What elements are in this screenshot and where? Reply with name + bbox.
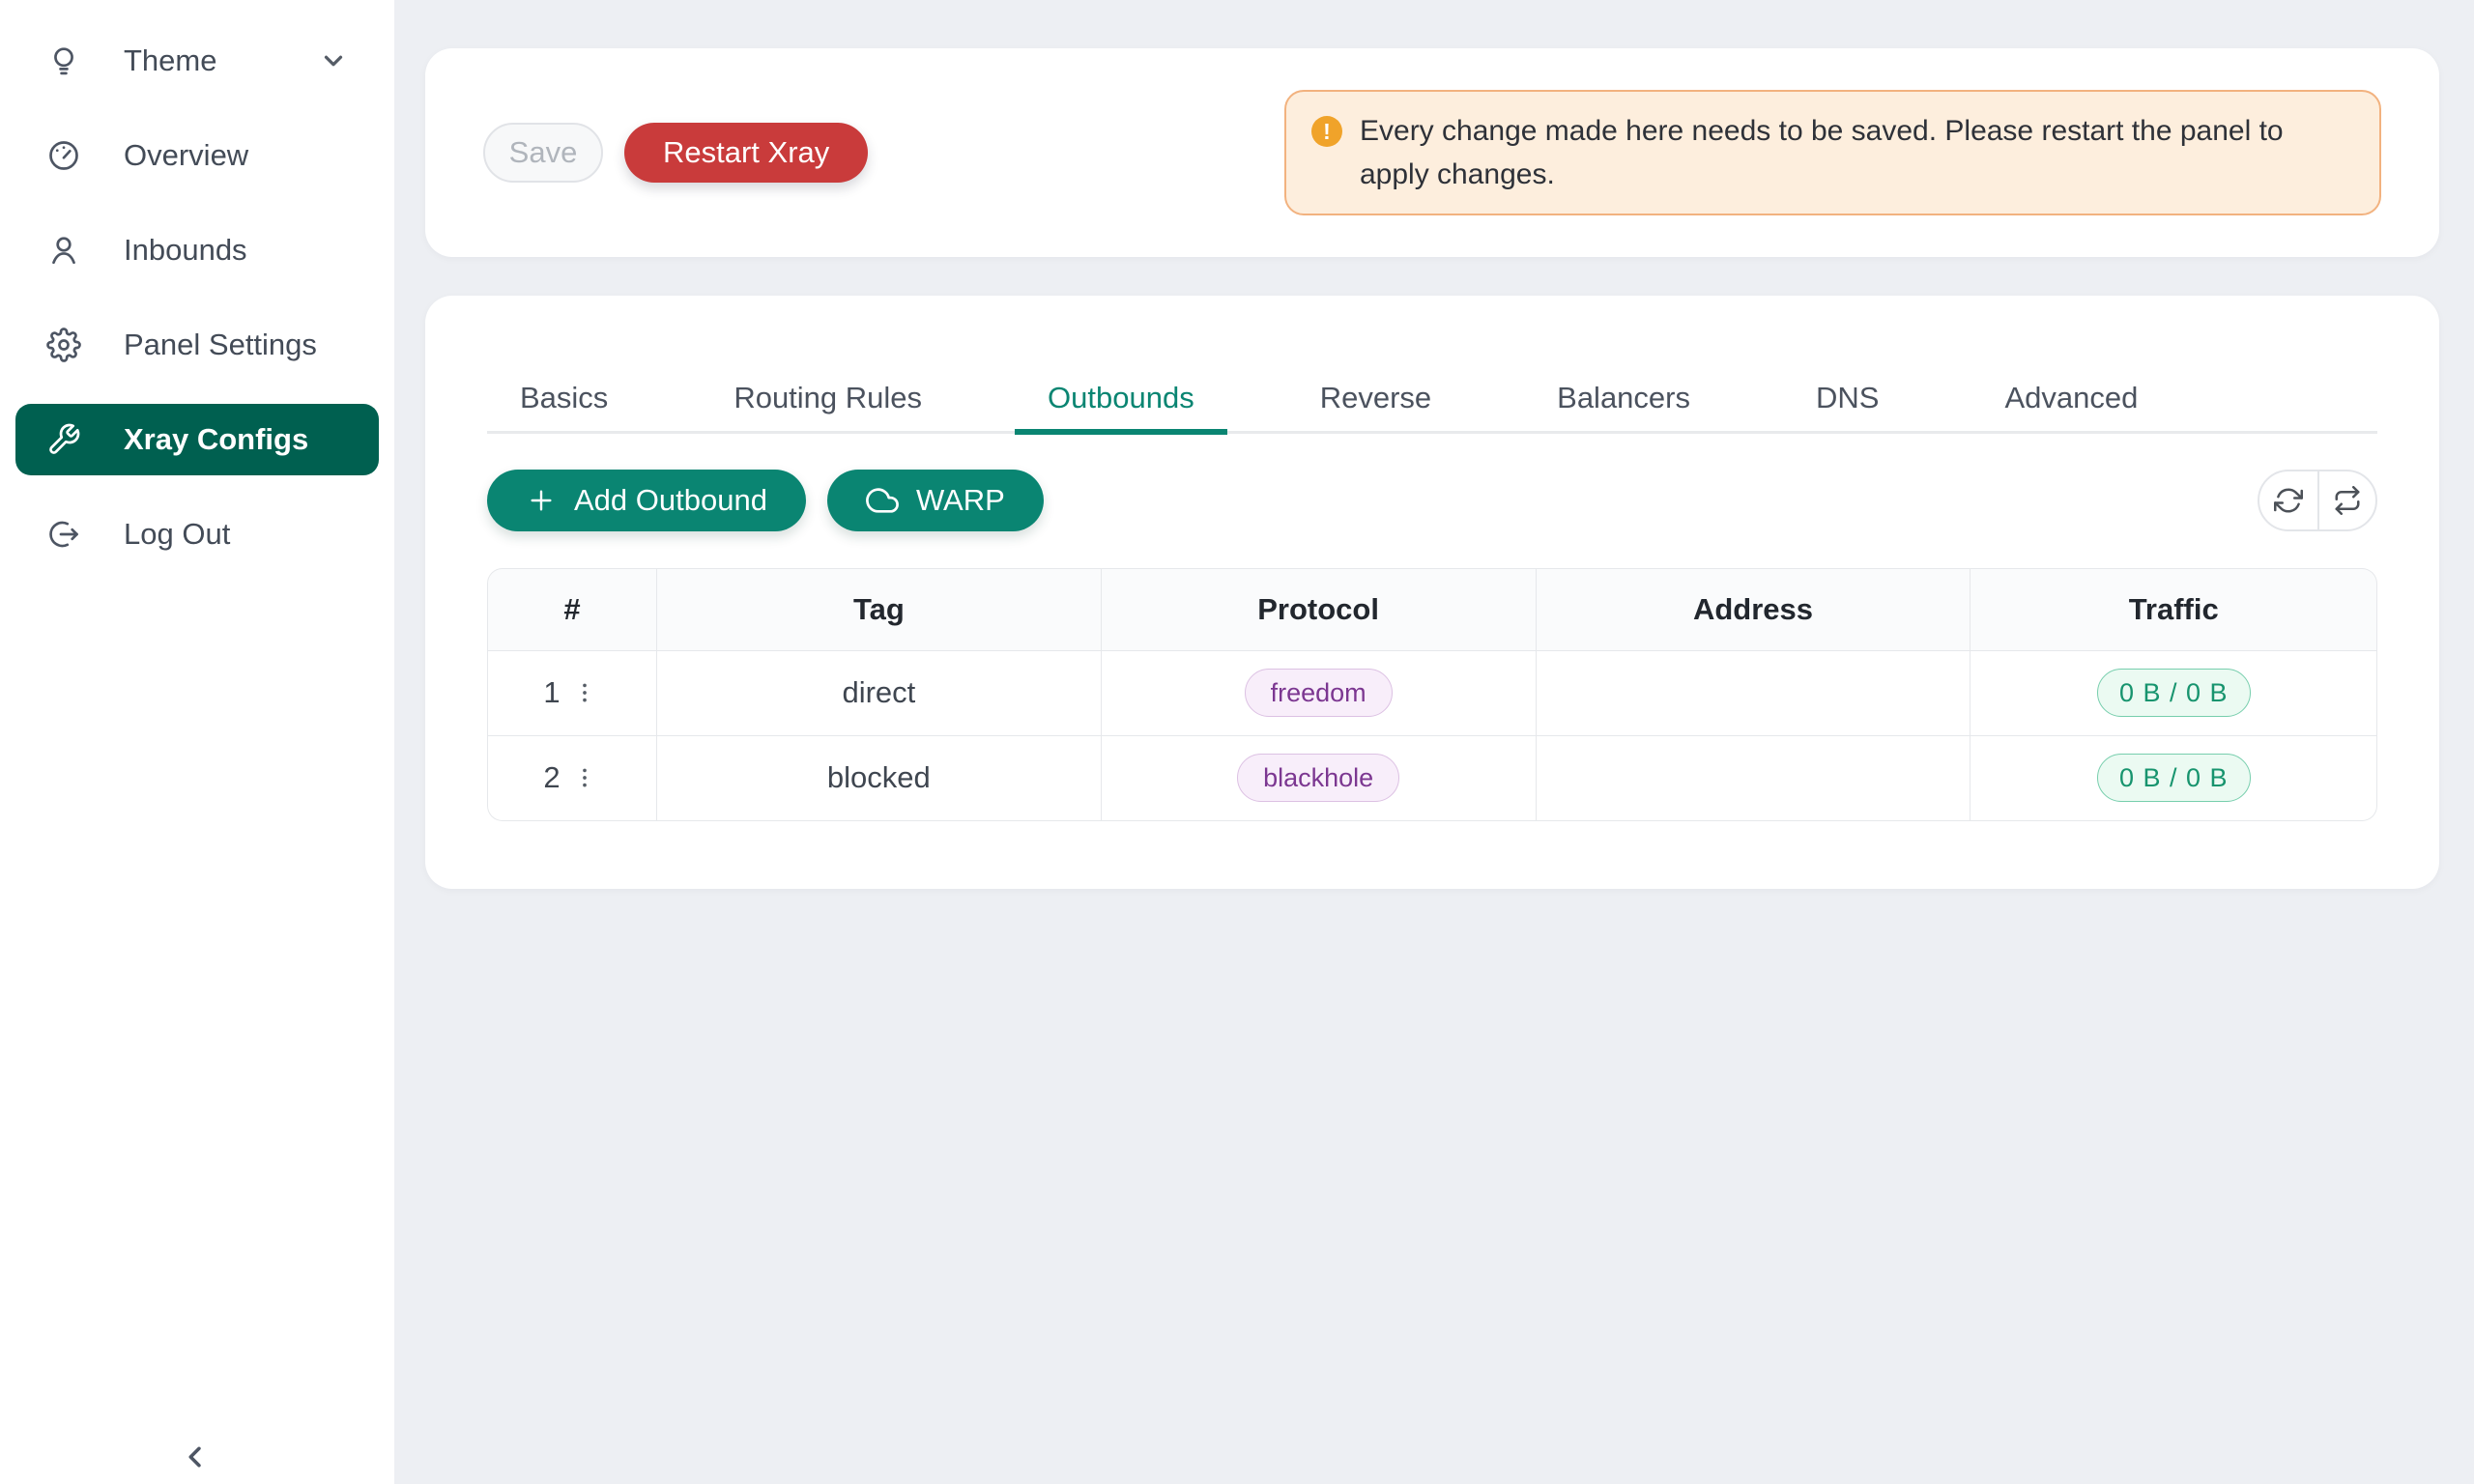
sidebar-item-label: Panel Settings [124, 328, 317, 362]
warp-button[interactable]: WARP [827, 470, 1044, 531]
column-header-protocol: Protocol [1102, 568, 1537, 651]
lightbulb-icon [46, 43, 81, 78]
save-button[interactable]: Save [483, 123, 603, 183]
toolbar-card: Save Restart Xray Every change made here… [425, 48, 2439, 257]
row-number: 1 [543, 675, 560, 710]
logout-icon [46, 517, 81, 552]
protocol-badge: freedom [1245, 669, 1393, 717]
column-header-address: Address [1537, 568, 1971, 651]
sidebar-item-label: Theme [124, 43, 216, 78]
gear-icon [46, 328, 81, 362]
sidebar: Theme Overview Inbounds [0, 0, 394, 1484]
tab-routing-rules[interactable]: Routing Rules [701, 371, 955, 435]
cell-tag: blocked [657, 736, 1102, 821]
vertical-dots-icon [572, 680, 597, 705]
column-header-tag: Tag [657, 568, 1102, 651]
row-menu-button[interactable] [568, 676, 601, 709]
column-header-num: # [487, 568, 657, 651]
user-icon [46, 233, 81, 268]
sidebar-collapse-button[interactable] [174, 1436, 216, 1478]
exclamation-circle-icon [1311, 116, 1342, 147]
refresh-icon [2274, 486, 2303, 515]
protocol-badge: blackhole [1237, 754, 1399, 802]
sidebar-item-inbounds[interactable]: Inbounds [15, 214, 379, 286]
warning-alert-text: Every change made here needs to be saved… [1360, 109, 2350, 196]
tab-advanced[interactable]: Advanced [1971, 371, 2171, 435]
outbounds-controls: Add Outbound WARP [487, 470, 2377, 531]
tab-balancers[interactable]: Balancers [1524, 371, 1723, 435]
cloud-icon [866, 484, 899, 517]
tab-reverse[interactable]: Reverse [1287, 371, 1464, 435]
column-header-traffic: Traffic [1971, 568, 2377, 651]
row-menu-button[interactable] [568, 761, 601, 794]
table-row: 1 direct freedom [487, 651, 2377, 736]
toggle-view-button[interactable] [2317, 471, 2375, 529]
table-tools-group [2258, 470, 2377, 531]
cell-address [1537, 736, 1971, 821]
table-header-row: # Tag Protocol Address Traffic [487, 568, 2377, 651]
sidebar-item-label: Xray Configs [124, 422, 308, 457]
plus-icon [526, 485, 557, 516]
chevron-left-icon [177, 1439, 214, 1475]
sidebar-item-label: Overview [124, 138, 248, 173]
add-outbound-button[interactable]: Add Outbound [487, 470, 806, 531]
xray-configs-card: Basics Routing Rules Outbounds Reverse B… [425, 296, 2439, 889]
vertical-dots-icon [572, 765, 597, 790]
sidebar-item-theme[interactable]: Theme [15, 25, 379, 97]
sidebar-item-panel-settings[interactable]: Panel Settings [15, 309, 379, 381]
warning-alert: Every change made here needs to be saved… [1284, 90, 2381, 215]
sidebar-item-label: Inbounds [124, 233, 247, 268]
sidebar-item-log-out[interactable]: Log Out [15, 499, 379, 570]
cell-address [1537, 651, 1971, 736]
chevron-down-icon [319, 46, 348, 75]
gauge-icon [46, 138, 81, 173]
tab-dns[interactable]: DNS [1783, 371, 1912, 435]
tab-basics[interactable]: Basics [487, 371, 641, 435]
sidebar-nav: Theme Overview Inbounds [0, 0, 394, 570]
repeat-icon [2333, 486, 2362, 515]
table-row: 2 blocked blackhole [487, 736, 2377, 821]
cell-tag: direct [657, 651, 1102, 736]
warp-label: WARP [916, 483, 1005, 518]
row-number: 2 [543, 760, 560, 795]
sidebar-item-label: Log Out [124, 517, 230, 552]
refresh-button[interactable] [2259, 471, 2317, 529]
sidebar-item-xray-configs[interactable]: Xray Configs [15, 404, 379, 475]
traffic-badge: 0 B / 0 B [2097, 754, 2251, 802]
sidebar-item-overview[interactable]: Overview [15, 120, 379, 191]
restart-xray-button[interactable]: Restart Xray [624, 123, 868, 183]
toolbar: Save Restart Xray Every change made here… [425, 48, 2439, 257]
add-outbound-label: Add Outbound [574, 483, 767, 518]
traffic-badge: 0 B / 0 B [2097, 669, 2251, 717]
outbounds-table: # Tag Protocol Address Traffic 1 [487, 568, 2377, 821]
wrench-icon [46, 422, 81, 457]
config-tabs: Basics Routing Rules Outbounds Reverse B… [487, 296, 2377, 434]
tab-outbounds[interactable]: Outbounds [1015, 371, 1227, 435]
